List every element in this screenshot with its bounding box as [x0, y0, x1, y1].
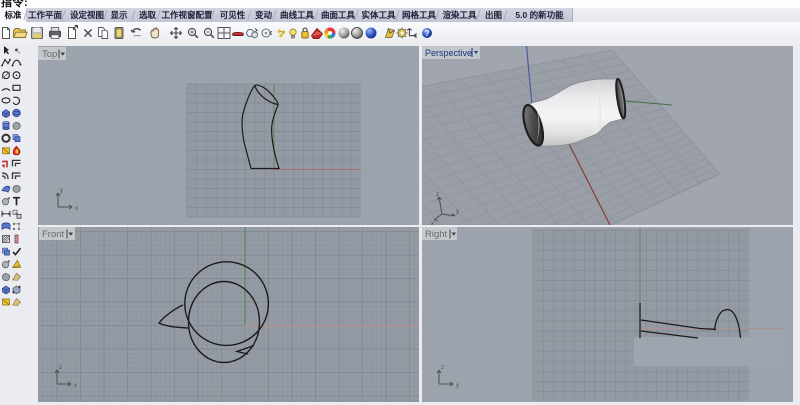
svg-text:z: z: [436, 192, 439, 198]
svg-text:Right: Right: [425, 229, 448, 240]
svg-text:z: z: [59, 365, 62, 371]
svg-text:z: z: [441, 365, 444, 371]
svg-text:y: y: [456, 383, 459, 389]
svg-text:Front: Front: [42, 229, 65, 240]
svg-text:Top: Top: [42, 49, 57, 60]
svg-text:x: x: [75, 206, 78, 212]
svg-text:x: x: [431, 221, 434, 225]
svg-text:y: y: [60, 188, 63, 194]
svg-text:Perspective: Perspective: [425, 48, 472, 58]
svg-text:x: x: [74, 383, 77, 389]
svg-text:?: ?: [425, 29, 430, 38]
svg-text:y: y: [456, 209, 459, 215]
